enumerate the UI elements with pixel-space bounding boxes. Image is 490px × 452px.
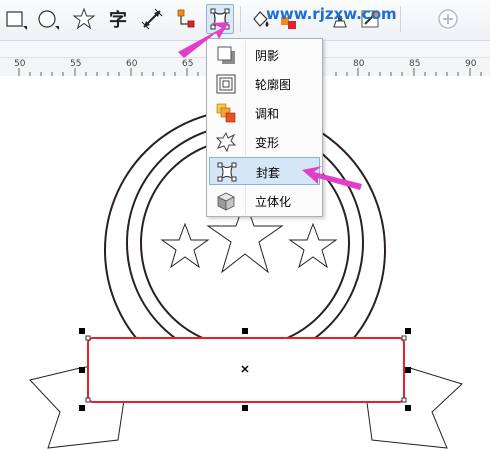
arrow-to-envelope-item <box>302 166 362 190</box>
arrow-to-toolbar-icon <box>178 22 229 58</box>
annotation-arrows <box>178 22 362 190</box>
